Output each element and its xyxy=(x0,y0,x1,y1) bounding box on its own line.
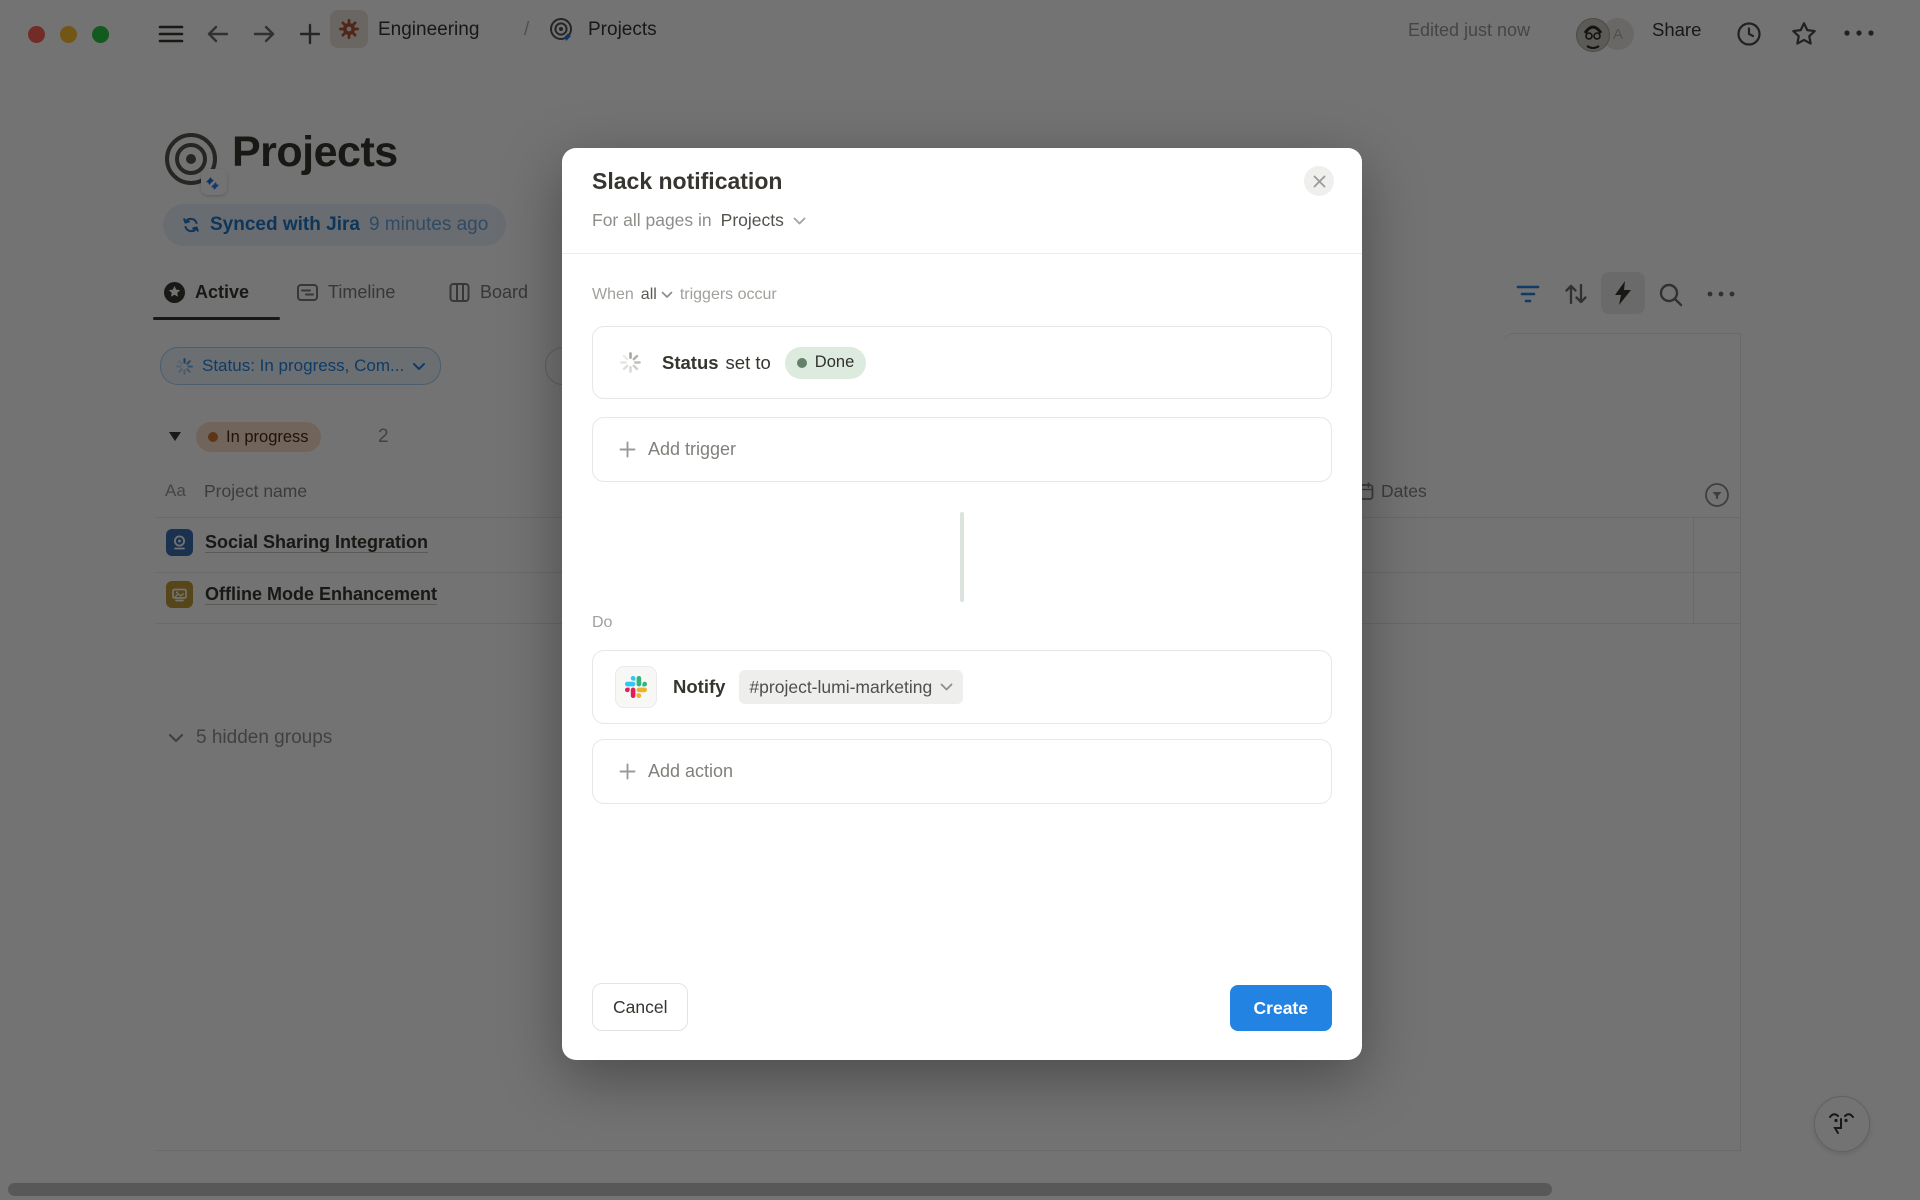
flow-connector-line xyxy=(960,512,964,602)
chevron-down-icon xyxy=(661,291,673,299)
trigger-card[interactable]: Status set to Done xyxy=(592,326,1332,399)
slack-icon xyxy=(615,666,657,708)
cancel-button[interactable]: Cancel xyxy=(592,983,688,1031)
when-selector-value: all xyxy=(641,286,657,304)
modal-title: Slack notification xyxy=(592,168,782,195)
add-action-label: Add action xyxy=(648,761,733,782)
trigger-mode-selector[interactable]: all xyxy=(641,286,673,304)
modal-divider xyxy=(562,253,1362,254)
add-action-button[interactable]: Add action xyxy=(592,739,1332,804)
done-dot xyxy=(797,358,807,368)
chevron-down-icon xyxy=(940,683,953,691)
add-trigger-label: Add trigger xyxy=(648,439,736,460)
action-verb: Notify xyxy=(673,676,725,698)
notion-window: Engineering / Projects Edited just now A… xyxy=(0,0,1920,1200)
create-button[interactable]: Create xyxy=(1230,985,1332,1031)
when-prefix: When xyxy=(592,286,634,304)
scope-row[interactable]: For all pages in Projects xyxy=(592,210,806,231)
plus-icon xyxy=(619,441,636,458)
close-icon xyxy=(1313,175,1326,188)
channel-name: #project-lumi-marketing xyxy=(749,677,932,698)
status-spinner-icon xyxy=(619,351,642,374)
channel-selector[interactable]: #project-lumi-marketing xyxy=(739,670,963,704)
chevron-down-icon xyxy=(793,217,806,225)
when-suffix: triggers occur xyxy=(680,286,777,304)
trigger-property: Status xyxy=(662,352,719,374)
when-row: When all triggers occur xyxy=(592,286,777,304)
add-trigger-button[interactable]: Add trigger xyxy=(592,417,1332,482)
trigger-value-pill[interactable]: Done xyxy=(785,347,866,379)
scope-prefix: For all pages in xyxy=(592,210,712,231)
do-label: Do xyxy=(592,614,612,632)
scope-value: Projects xyxy=(721,210,784,231)
plus-icon xyxy=(619,763,636,780)
trigger-verb: set to xyxy=(726,352,771,374)
notify-action-card[interactable]: Notify #project-lumi-marketing xyxy=(592,650,1332,724)
close-button[interactable] xyxy=(1304,166,1334,196)
slack-notification-modal: Slack notification For all pages in Proj… xyxy=(562,148,1362,1060)
trigger-value: Done xyxy=(815,353,854,372)
